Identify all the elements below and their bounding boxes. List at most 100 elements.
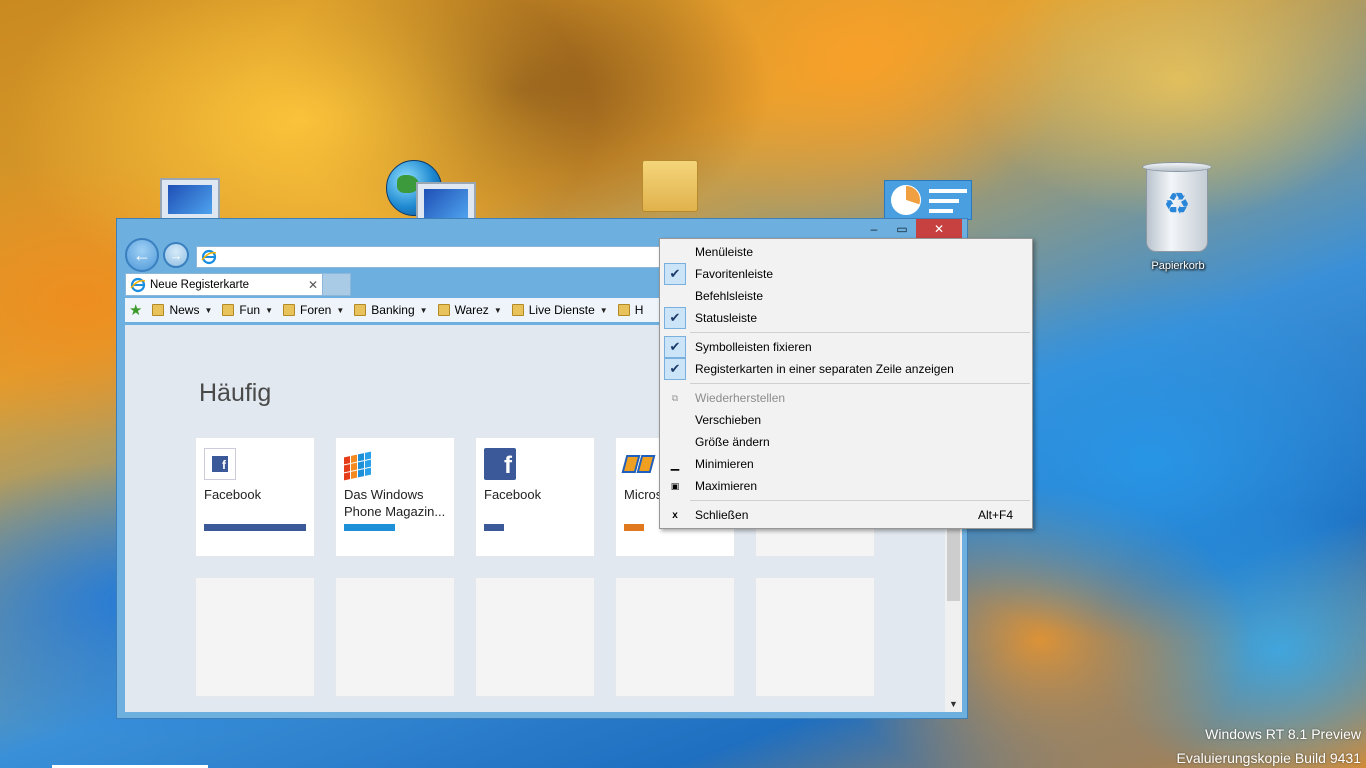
dropdown-arrow-icon: ▼ bbox=[493, 305, 502, 315]
menu-item-label: Statusleiste bbox=[695, 311, 758, 325]
tab-close-icon[interactable]: ✕ bbox=[308, 278, 318, 292]
usage-bar bbox=[624, 524, 644, 531]
checkbox-empty bbox=[664, 241, 686, 263]
favorite-folder-foren[interactable]: Foren ▼ bbox=[283, 303, 344, 317]
user-folder-desktop-icon[interactable] bbox=[642, 160, 698, 212]
ie-logo-icon bbox=[201, 249, 217, 265]
new-tab-button[interactable] bbox=[323, 273, 351, 296]
facebook-icon: f bbox=[204, 448, 236, 480]
windows-phone-icon bbox=[344, 448, 376, 481]
menu-item-favoritenleiste[interactable]: ✔ Favoritenleiste bbox=[662, 263, 1030, 285]
menu-item-befehlsleiste[interactable]: Befehlsleiste bbox=[662, 285, 1030, 307]
folder-icon bbox=[511, 304, 524, 316]
ie-tab-icon bbox=[130, 277, 146, 292]
minimize-icon: ▁ bbox=[670, 458, 680, 471]
scroll-down-arrow-icon[interactable]: ▼ bbox=[945, 695, 962, 712]
menu-separator bbox=[690, 383, 1030, 384]
checkmark-icon: ✔ bbox=[664, 336, 686, 358]
menu-item-label: Schließen bbox=[695, 508, 749, 522]
menu-item-label: Symbolleisten fixieren bbox=[695, 340, 812, 354]
dropdown-arrow-icon: ▼ bbox=[265, 305, 273, 315]
window-context-menu: Menüleiste ✔ Favoritenleiste Befehlsleis… bbox=[659, 238, 1033, 529]
tile-name: Facebook bbox=[484, 487, 542, 502]
menu-item-label: Menüleiste bbox=[695, 245, 754, 259]
forward-button[interactable]: → bbox=[163, 242, 189, 268]
tile-name: Facebook bbox=[204, 487, 262, 502]
folder-icon bbox=[283, 304, 295, 316]
usage-bar bbox=[344, 524, 395, 531]
menu-item-label: Minimieren bbox=[695, 457, 754, 471]
frequent-tile-empty[interactable] bbox=[615, 577, 735, 697]
minimize-button[interactable]: ‒ bbox=[860, 219, 888, 239]
usage-bar bbox=[484, 524, 504, 531]
checkmark-icon: ✔ bbox=[664, 358, 686, 380]
menu-item-label: Befehlsleiste bbox=[695, 289, 764, 303]
favorite-label: Fun bbox=[239, 303, 261, 317]
favorite-label: News bbox=[169, 303, 200, 317]
menu-item-wiederherstellen: ⧉ Wiederherstellen bbox=[662, 387, 1030, 409]
dropdown-arrow-icon: ▼ bbox=[419, 305, 428, 315]
watermark-line-2: Evaluierungskopie Build 9431 bbox=[1176, 750, 1361, 766]
favorite-folder-live-dienste[interactable]: Live Dienste ▼ bbox=[511, 303, 608, 317]
back-button[interactable]: ← bbox=[125, 238, 159, 272]
frequent-tile-empty[interactable] bbox=[195, 577, 315, 697]
folder-icon bbox=[437, 304, 450, 316]
favorite-folder-warez[interactable]: Warez ▼ bbox=[437, 303, 502, 317]
menu-item-label: Wiederherstellen bbox=[695, 391, 786, 405]
app-icon bbox=[621, 448, 656, 480]
recycle-bin-icon[interactable]: ♻ bbox=[1138, 162, 1212, 252]
favorite-label: Banking bbox=[371, 303, 415, 317]
frequent-tile-facebook-1[interactable]: f Facebook bbox=[195, 437, 315, 557]
frequent-tile-windows-phone[interactable]: Das Windows Phone Magazin... bbox=[335, 437, 455, 557]
menu-item-minimieren[interactable]: ▁ Minimieren bbox=[662, 453, 1030, 475]
favorite-folder-banking[interactable]: Banking ▼ bbox=[354, 303, 428, 317]
frequent-heading: Häufig bbox=[199, 379, 272, 407]
restore-icon: ⧉ bbox=[671, 392, 679, 403]
computer-desktop-icon[interactable] bbox=[160, 178, 220, 222]
folder-icon bbox=[222, 304, 235, 316]
tile-name: Das Windows Phone Magazin... bbox=[344, 487, 446, 519]
menu-item-shortcut: Alt+F4 bbox=[977, 508, 1013, 522]
dropdown-arrow-icon: ▼ bbox=[204, 305, 213, 315]
menu-item-label: Registerkarten in einer separaten Zeile … bbox=[695, 362, 954, 376]
tab-new-tab[interactable]: Neue Registerkarte ✕ bbox=[125, 273, 323, 296]
dropdown-arrow-icon: ▼ bbox=[599, 305, 608, 315]
menu-item-groesse-aendern[interactable]: Größe ändern bbox=[662, 431, 1030, 453]
favorite-label: H bbox=[634, 303, 644, 317]
close-button[interactable]: ✕ bbox=[916, 219, 962, 239]
favorite-folder-h[interactable]: H bbox=[617, 303, 644, 317]
recycle-bin-label: Papierkorb bbox=[1151, 260, 1205, 272]
menu-item-statusleiste[interactable]: ✔ Statusleiste bbox=[662, 307, 1030, 329]
favorite-folder-fun[interactable]: Fun ▼ bbox=[222, 303, 273, 317]
close-icon: x bbox=[672, 509, 678, 521]
menu-item-verschieben[interactable]: Verschieben bbox=[662, 409, 1030, 431]
frequent-tile-empty[interactable] bbox=[335, 577, 455, 697]
tab-strip: Neue Registerkarte ✕ bbox=[125, 273, 351, 296]
folder-icon bbox=[354, 304, 367, 316]
menu-item-symbolleisten-fixieren[interactable]: ✔ Symbolleisten fixieren bbox=[662, 336, 1030, 358]
back-arrow-icon: ← bbox=[133, 244, 151, 265]
frequent-tile-empty[interactable] bbox=[755, 577, 875, 697]
menu-item-menueleiste[interactable]: Menüleiste bbox=[662, 241, 1030, 263]
frequent-tile-empty[interactable] bbox=[475, 577, 595, 697]
tab-title: Neue Registerkarte bbox=[150, 278, 250, 291]
add-favorite-star-icon[interactable]: ★ bbox=[129, 301, 142, 319]
favorite-label: Foren bbox=[300, 303, 332, 317]
menu-item-maximieren[interactable]: ▣ Maximieren bbox=[662, 475, 1030, 497]
watermark-line-1: Windows RT 8.1 Preview bbox=[1205, 726, 1361, 742]
address-bar[interactable] bbox=[196, 246, 666, 268]
maximize-button[interactable]: ▭ bbox=[888, 219, 916, 239]
control-panel-desktop-icon[interactable] bbox=[884, 180, 972, 220]
checkmark-icon: ✔ bbox=[664, 307, 686, 329]
menu-item-registerkarten-separate-zeile[interactable]: ✔ Registerkarten in einer separaten Zeil… bbox=[662, 358, 1030, 380]
favorite-label: Live Dienste bbox=[528, 303, 595, 317]
frequent-tile-facebook-2[interactable]: f Facebook bbox=[475, 437, 595, 557]
maximize-icon: ▣ bbox=[670, 480, 680, 491]
dropdown-arrow-icon: ▼ bbox=[336, 305, 345, 315]
menu-separator bbox=[690, 500, 1030, 501]
folder-icon bbox=[152, 304, 165, 316]
menu-item-schliessen[interactable]: x Schließen Alt+F4 bbox=[662, 504, 1030, 526]
facebook-icon: f bbox=[484, 448, 516, 480]
favorite-folder-news[interactable]: News ▼ bbox=[152, 303, 212, 317]
favorite-label: Warez bbox=[454, 303, 489, 317]
